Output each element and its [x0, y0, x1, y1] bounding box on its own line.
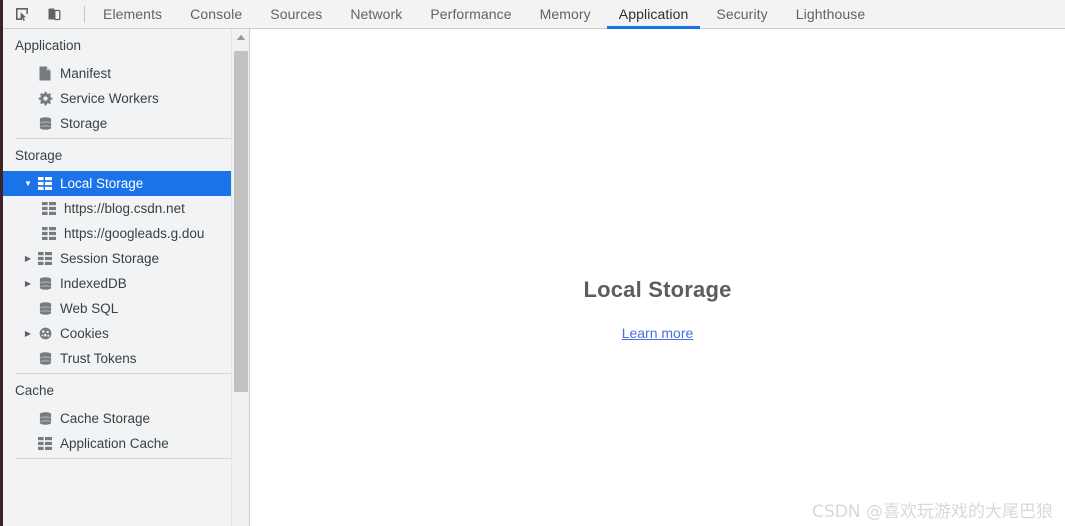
tab-label: Console: [190, 6, 243, 22]
tab-label: Security: [716, 6, 768, 22]
sidebar-section-application: Application ▶ Manifest ▶: [3, 29, 231, 139]
manifest-document-icon: [35, 66, 55, 81]
database-stack-icon: [35, 411, 55, 426]
sidebar-item-service-workers[interactable]: ▶ Service Workers: [3, 86, 231, 111]
sidebar-item-local-storage[interactable]: ▼ Local Storage: [3, 171, 231, 196]
sidebar-item-label: Storage: [60, 116, 108, 131]
sidebar-item-label: Trust Tokens: [60, 351, 137, 366]
tab-sources[interactable]: Sources: [256, 0, 336, 29]
database-stack-icon: [35, 116, 55, 131]
table-grid-icon: [35, 252, 55, 265]
tab-label: Network: [350, 6, 403, 22]
database-stack-icon: [35, 351, 55, 366]
section-title-storage: Storage: [15, 148, 63, 163]
sidebar-item-label: Manifest: [60, 66, 112, 81]
sidebar-item-label: https://blog.csdn.net: [64, 201, 185, 216]
devtools-window: Elements Console Sources Network Perform…: [0, 0, 1065, 526]
database-stack-icon: [35, 276, 55, 291]
panel-tab-bar: Elements Console Sources Network Perform…: [89, 0, 879, 29]
sidebar-item-trust-tokens[interactable]: ▶ Trust Tokens: [3, 346, 231, 371]
sidebar-item-manifest[interactable]: ▶ Manifest: [3, 61, 231, 86]
table-grid-icon: [39, 227, 59, 240]
toolbar-divider: [84, 5, 85, 23]
section-divider: [15, 458, 231, 459]
tab-label: Memory: [539, 6, 591, 22]
table-grid-icon: [35, 437, 55, 450]
sidebar-item-storage[interactable]: ▶ Storage: [3, 111, 231, 136]
scroll-up-arrow-icon[interactable]: [232, 29, 249, 46]
empty-state-view: Local Storage Learn more: [250, 277, 1065, 343]
table-grid-icon: [39, 202, 59, 215]
database-stack-icon: [35, 301, 55, 316]
learn-more-link[interactable]: Learn more: [622, 325, 694, 341]
sidebar-item-application-cache[interactable]: ▶ Application Cache: [3, 431, 231, 456]
tab-label: Sources: [270, 6, 323, 22]
tab-network[interactable]: Network: [336, 0, 416, 29]
sidebar-item-cache-storage[interactable]: ▶ Cache Storage: [3, 406, 231, 431]
sidebar-item-label: Service Workers: [60, 91, 159, 106]
sidebar-scrollbar[interactable]: [231, 29, 249, 526]
toolbar-icon-group: [0, 3, 89, 25]
tab-label: Elements: [103, 6, 163, 22]
page-title: Local Storage: [583, 277, 732, 302]
tab-security[interactable]: Security: [702, 0, 781, 29]
sidebar-item-web-sql[interactable]: ▶ Web SQL: [3, 296, 231, 321]
local-storage-panel: Local Storage Learn more CSDN @喜欢玩游戏的大尾巴…: [250, 29, 1065, 526]
devtools-toolbar: Elements Console Sources Network Perform…: [0, 0, 1065, 29]
tab-lighthouse[interactable]: Lighthouse: [782, 0, 880, 29]
sidebar-item-label: Cache Storage: [60, 411, 151, 426]
watermark-text: CSDN @喜欢玩游戏的大尾巴狼: [812, 502, 1053, 522]
section-title-application: Application: [15, 38, 82, 53]
device-toolbar-icon[interactable]: [42, 3, 66, 25]
panel-split-border[interactable]: [249, 29, 250, 526]
application-sidebar[interactable]: Application ▶ Manifest ▶: [3, 29, 231, 526]
sidebar-item-origin-blog-csdn[interactable]: https://blog.csdn.net: [3, 196, 231, 221]
table-grid-icon: [35, 177, 55, 190]
sidebar-item-indexeddb[interactable]: ▶ IndexedDB: [3, 271, 231, 296]
sidebar-item-label: Cookies: [60, 326, 109, 341]
twisty-expanded-icon[interactable]: ▼: [21, 179, 35, 188]
cookie-icon: [35, 326, 55, 341]
window-left-edge: [0, 0, 3, 526]
twisty-collapsed-icon[interactable]: ▶: [21, 254, 35, 263]
tab-label: Lighthouse: [795, 6, 866, 22]
twisty-collapsed-icon[interactable]: ▶: [21, 279, 35, 288]
sidebar-item-session-storage[interactable]: ▶ Session Storage: [3, 246, 231, 271]
gear-icon: [35, 91, 55, 106]
sidebar-item-label: https://googleads.g.dou: [64, 226, 205, 241]
section-title-cache: Cache: [15, 383, 55, 398]
inspect-element-icon[interactable]: [10, 3, 34, 25]
sidebar-section-storage: Storage ▼ Local Storage https://blog.csd…: [3, 139, 231, 374]
sidebar-section-cache: Cache ▶ Cache Storage ▶: [3, 374, 231, 459]
scrollbar-thumb[interactable]: [234, 51, 248, 392]
tab-performance[interactable]: Performance: [416, 0, 525, 29]
tab-label: Application: [618, 6, 689, 22]
sidebar-item-label: Web SQL: [60, 301, 119, 316]
sidebar-item-label: IndexedDB: [60, 276, 127, 291]
tab-label: Performance: [430, 6, 512, 22]
tab-memory[interactable]: Memory: [526, 0, 605, 29]
sidebar-item-label: Session Storage: [60, 251, 160, 266]
tab-application[interactable]: Application: [605, 0, 703, 29]
sidebar-item-cookies[interactable]: ▶ Cookies: [3, 321, 231, 346]
sidebar-item-origin-googleads[interactable]: https://googleads.g.dou: [3, 221, 231, 246]
tab-console[interactable]: Console: [176, 0, 256, 29]
sidebar-item-label: Application Cache: [60, 436, 169, 451]
sidebar-item-label: Local Storage: [60, 176, 144, 191]
tab-elements[interactable]: Elements: [89, 0, 176, 29]
twisty-collapsed-icon[interactable]: ▶: [21, 329, 35, 338]
